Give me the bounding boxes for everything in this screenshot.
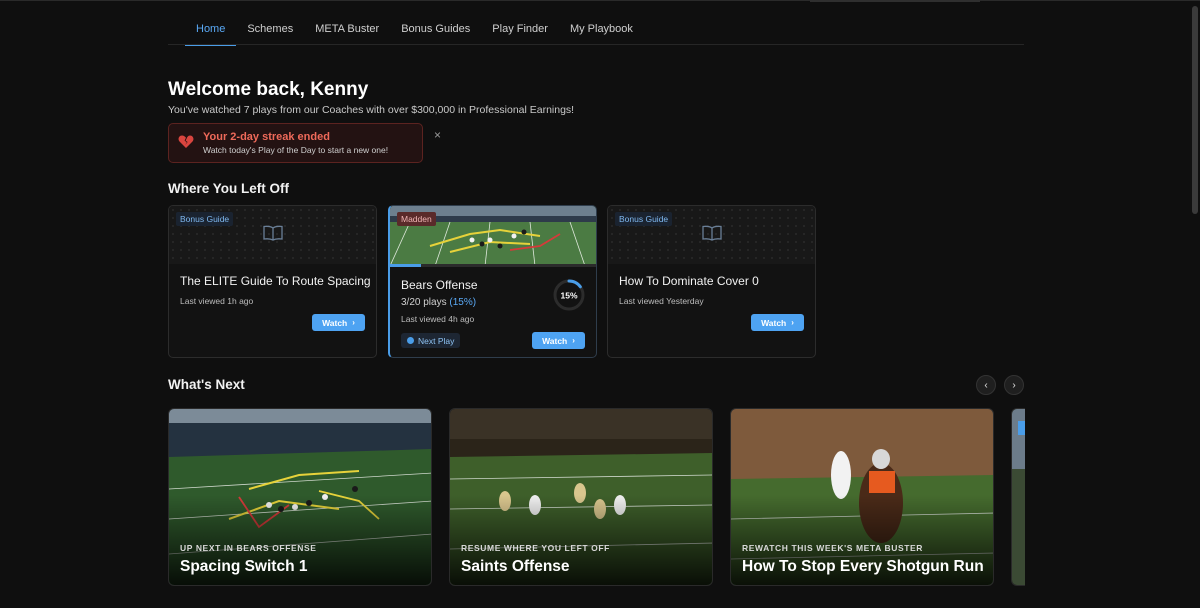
next-play-label: Next Play xyxy=(418,335,455,346)
left-off-card-active[interactable]: Madden Bears Offense 3/20 plays (15%) La… xyxy=(388,205,597,358)
card-tag: Bonus Guide xyxy=(176,212,234,226)
next-play-badge[interactable]: Next Play xyxy=(401,333,461,348)
broken-heart-icon xyxy=(169,135,203,152)
top-border xyxy=(0,0,1200,1)
play-icon xyxy=(407,337,414,344)
watch-button-label: Watch xyxy=(322,317,348,328)
whats-next-card[interactable]: UP NEXT IN BEARS OFFENSE Spacing Switch … xyxy=(168,408,432,586)
card-tag: Madden xyxy=(397,212,436,226)
card-subtitle: UP NEXT IN BEARS OFFENSE xyxy=(180,543,317,553)
streak-alert: Your 2-day streak ended Watch today's Pl… xyxy=(168,123,423,163)
page-scrollbar[interactable] xyxy=(1192,6,1198,214)
card-title: Bears Offense xyxy=(401,278,478,292)
card-title: How To Dominate Cover 0 xyxy=(619,274,759,288)
close-icon[interactable]: × xyxy=(434,128,441,142)
nav-bonus-guides[interactable]: Bonus Guides xyxy=(390,12,481,45)
nav-home[interactable]: Home xyxy=(185,12,237,46)
streak-description: Watch today's Play of the Day to start a… xyxy=(203,145,389,155)
chevron-right-icon: › xyxy=(352,318,355,327)
nav-divider xyxy=(168,44,1024,45)
card-title: The ELITE Guide To Route Spacing xyxy=(180,274,371,288)
nav-schemes[interactable]: Schemes xyxy=(236,12,304,45)
card-title: Spacing Switch 1 xyxy=(180,558,308,575)
carousel-next-button[interactable]: › xyxy=(1004,375,1024,395)
book-icon xyxy=(702,225,722,246)
plays-progress: 3/20 plays (15%) xyxy=(401,297,476,308)
whats-next-card[interactable]: RESUME WHERE YOU LEFT OFF Saints Offense xyxy=(449,408,713,586)
card-title: Saints Offense xyxy=(461,558,570,575)
app-page: Home Schemes META Buster Bonus Guides Pl… xyxy=(0,0,1200,608)
watch-button[interactable]: Watch › xyxy=(312,314,365,331)
main-nav: Home Schemes META Buster Bonus Guides Pl… xyxy=(185,12,644,46)
progress-ring: 15% xyxy=(552,278,586,317)
card-last-viewed: Last viewed 1h ago xyxy=(180,296,254,306)
whats-next-card[interactable]: REWATCH THIS WEEK'S META BUSTER How To S… xyxy=(730,408,994,586)
streak-title: Your 2-day streak ended xyxy=(203,131,330,143)
left-off-card[interactable]: Bonus Guide How To Dominate Cover 0 Last… xyxy=(607,205,816,358)
plays-percent: (15%) xyxy=(449,297,477,308)
nav-my-playbook[interactable]: My Playbook xyxy=(559,12,644,45)
card-subtitle: RESUME WHERE YOU LEFT OFF xyxy=(461,543,610,553)
top-border-segment xyxy=(810,0,980,2)
section-title-left-off: Where You Left Off xyxy=(168,181,289,196)
welcome-title: Welcome back, Kenny xyxy=(168,79,369,100)
card-tag: Bonus Guide xyxy=(615,212,673,226)
card-subtitle: REWATCH THIS WEEK'S META BUSTER xyxy=(742,543,924,553)
card-last-viewed: Last viewed Yesterday xyxy=(619,296,704,306)
whats-next-card-peek[interactable] xyxy=(1011,408,1025,586)
game-action-image xyxy=(1012,409,1025,585)
watch-button-label: Watch xyxy=(542,335,568,346)
progress-bar xyxy=(390,264,596,267)
plays-count: 3/20 plays xyxy=(401,297,447,308)
nav-meta-buster[interactable]: META Buster xyxy=(304,12,390,45)
chevron-right-icon: › xyxy=(572,336,575,345)
chevron-right-icon: › xyxy=(791,318,794,327)
progress-bar-fill xyxy=(390,264,421,267)
progress-ring-label: 15% xyxy=(560,291,577,301)
left-off-card[interactable]: Bonus Guide The ELITE Guide To Route Spa… xyxy=(168,205,377,358)
card-title: How To Stop Every Shotgun Run xyxy=(742,558,984,575)
watch-button[interactable]: Watch › xyxy=(532,332,585,349)
card-last-viewed: Last viewed 4h ago xyxy=(401,314,475,324)
book-icon xyxy=(263,225,283,246)
welcome-subtitle: You've watched 7 plays from our Coaches … xyxy=(168,104,575,116)
nav-play-finder[interactable]: Play Finder xyxy=(481,12,559,45)
section-title-whats-next: What's Next xyxy=(168,377,245,392)
watch-button-label: Watch xyxy=(761,317,787,328)
watch-button[interactable]: Watch › xyxy=(751,314,804,331)
carousel-prev-button[interactable]: ‹ xyxy=(976,375,996,395)
